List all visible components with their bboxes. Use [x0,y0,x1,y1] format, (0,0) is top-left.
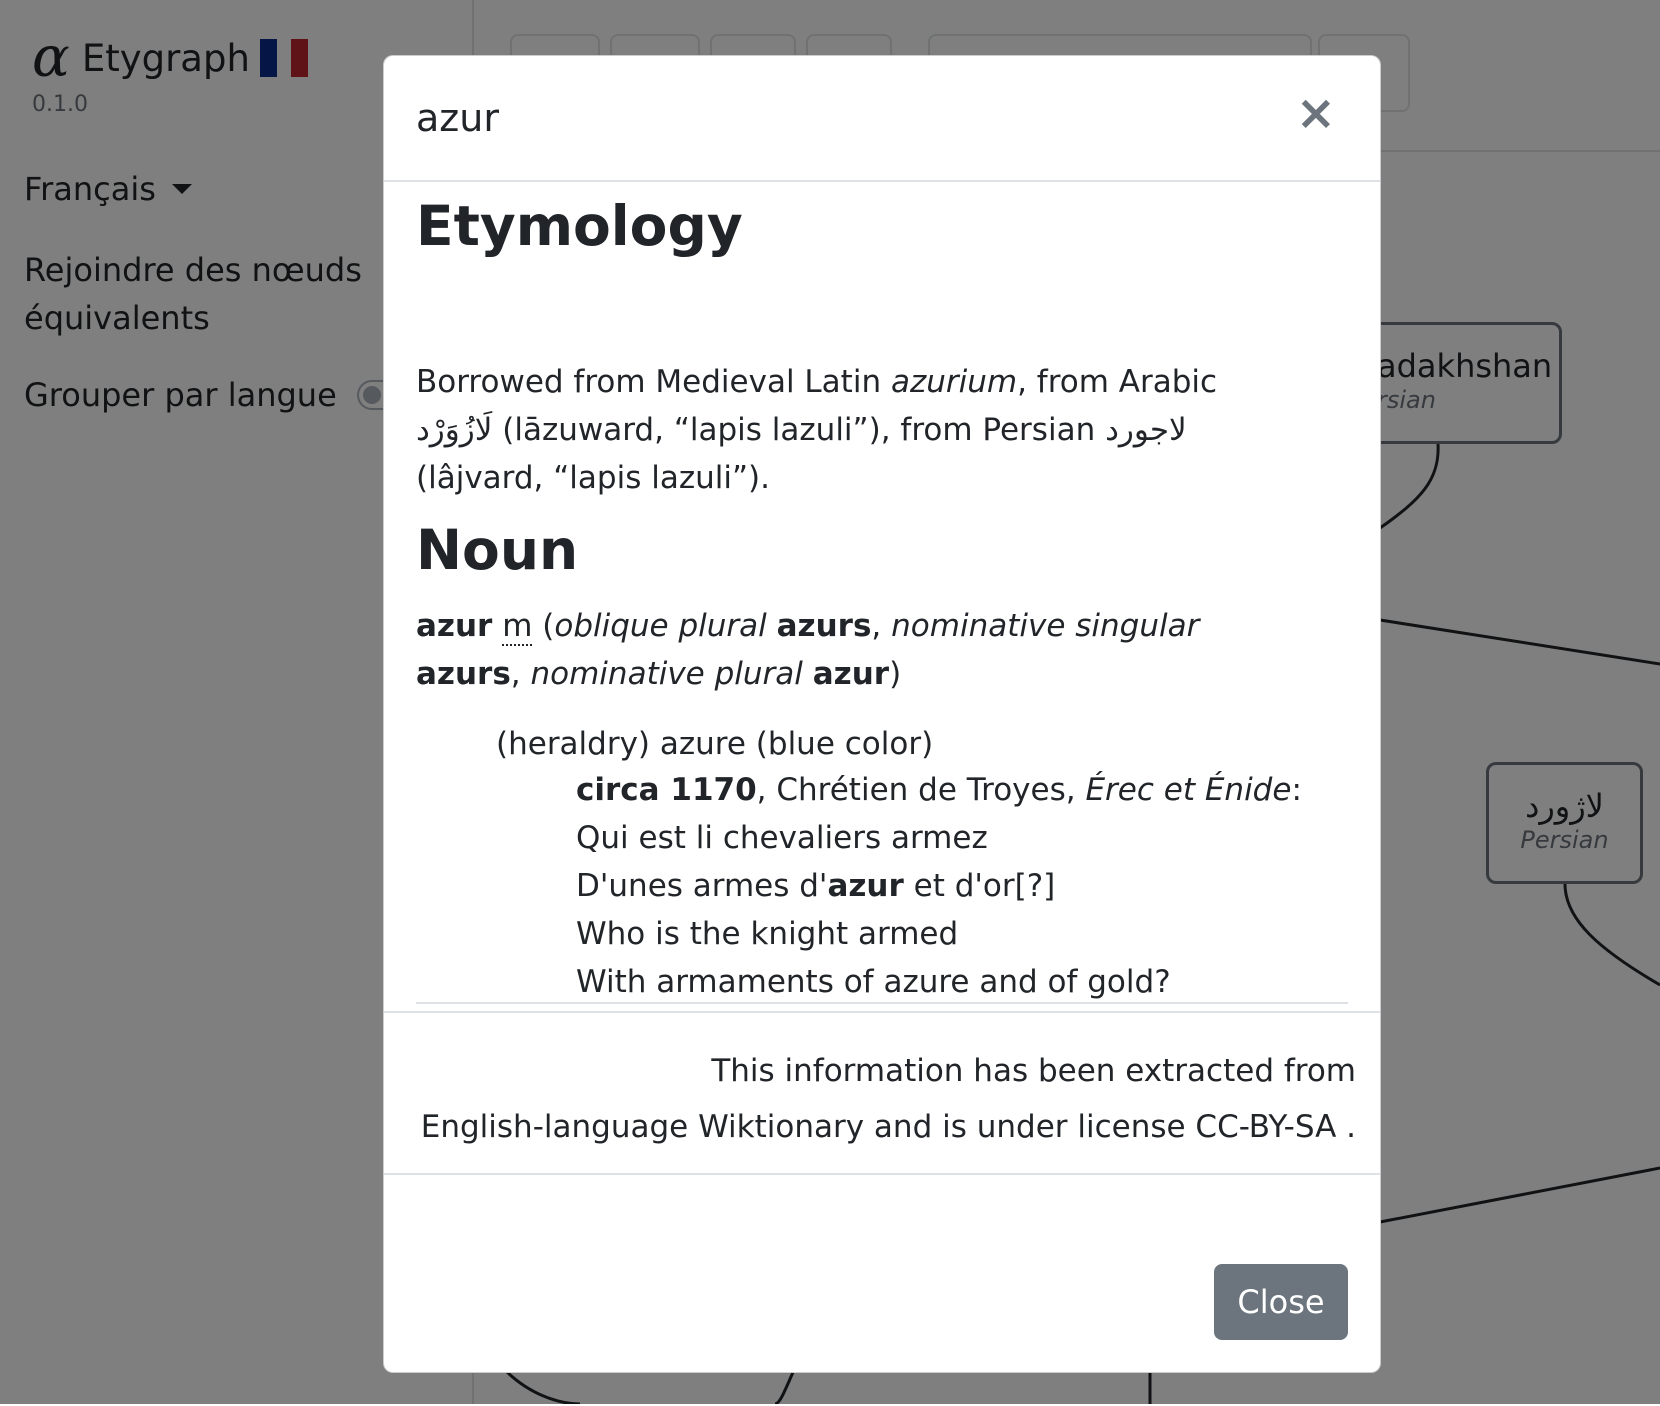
paren: ) [889,656,902,692]
translation-line: With armaments of azure and of gold? [576,964,1171,1000]
gender-abbr: m [502,608,533,646]
etymology-text: Borrowed from Medieval Latin azurium, fr… [416,358,1296,502]
close-icon[interactable]: × [1296,88,1336,138]
quotation-work: Érec et Énide [1085,772,1292,808]
quotation-text: et d'or[?] [903,868,1056,904]
modal-title: azur [416,96,499,140]
form-value[interactable]: azurs [416,656,511,692]
arabic-term-link[interactable]: لَازُوَرْد [416,412,492,448]
quotation-date: circa 1170 [576,772,757,808]
headword-line: azur m (oblique plural azurs, nominative… [416,608,1200,692]
form-value[interactable]: azurs [777,608,872,644]
close-button[interactable]: Close [1214,1264,1348,1340]
license-notice-line[interactable]: English-language Wiktionary and is under… [421,1099,1356,1155]
quotation-headword: azur [827,868,904,904]
etymology-text-part: (lāzuward, “lapis lazuli”), from Persian [492,412,1106,448]
etymology-text-part: Borrowed from Medieval Latin [416,364,891,400]
divider [416,1002,1348,1004]
form-value[interactable]: azur [813,656,889,692]
noun-heading: Noun [416,518,579,582]
quotation-author: , Chrétien de Troyes, [756,772,1086,808]
sense-definition: (heraldry) azure (blue color) [496,726,934,762]
translation-line: Who is the knight armed [576,916,959,952]
etymology-text-part: (lâjvard, “lapis lazuli”). [416,460,770,496]
form-label: nominative plural [530,656,803,692]
etymology-heading: Etymology [416,194,743,258]
word-details-modal: azur × Etymology Borrowed from Medieval … [383,55,1381,1373]
paren: ( [542,608,555,644]
license-notice-line: This information has been extracted from [711,1053,1356,1089]
form-label: nominative singular [891,608,1200,644]
quotation-line: D'unes armes d'azur et d'or[?] [576,862,1302,910]
persian-term-link[interactable]: لاجورد [1105,412,1187,448]
license-notice: This information has been extracted from… [384,1011,1380,1175]
etymology-text-part: , from Arabic [1017,364,1218,400]
quotation-citation: circa 1170, Chrétien de Troyes, Érec et … [576,766,1302,814]
colon: : [1291,772,1302,808]
quotation-line: Qui est li chevaliers armez [576,820,988,856]
quotation-text: D'unes armes d' [576,868,828,904]
modal-header: azur × [384,56,1380,182]
form-label: oblique plural [554,608,767,644]
license-notice-text: This information has been extracted from… [421,1043,1356,1155]
latin-term-link[interactable]: azurium [891,364,1017,400]
quotation: circa 1170, Chrétien de Troyes, Érec et … [576,766,1302,1006]
headword: azur [416,608,493,644]
